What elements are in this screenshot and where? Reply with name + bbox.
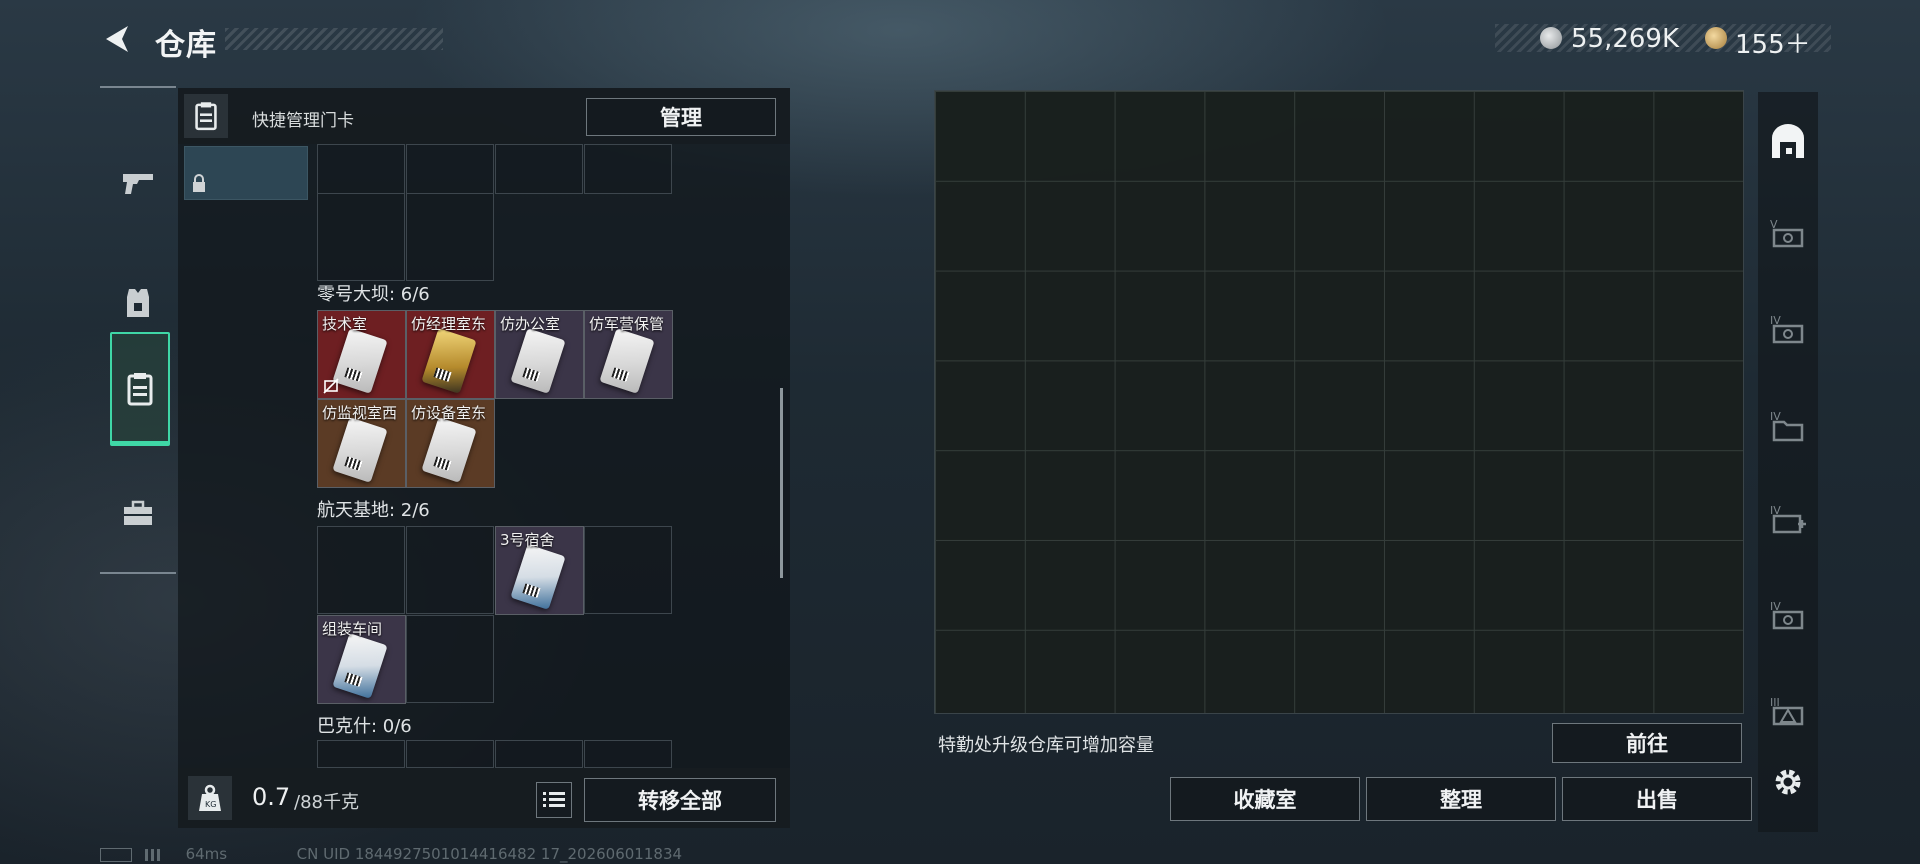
keycard-item[interactable]: 仿经理室东 <box>406 310 495 399</box>
tab-medkit-iv[interactable]: IV <box>1768 500 1808 540</box>
keycard-holder-icon <box>127 373 153 406</box>
gear-icon <box>1775 769 1801 795</box>
disabled-card-icon <box>323 378 339 394</box>
map-section-title: 零号大坝: 6/6 <box>317 284 430 305</box>
keycard-item[interactable]: 组装车间 <box>317 615 406 704</box>
currency-bar: 55,269K 155＋ <box>1495 24 1831 60</box>
case-iv-b-icon: IV <box>1770 600 1804 630</box>
gun-icon <box>123 174 153 194</box>
tab-case-iv[interactable]: IV <box>1768 310 1808 350</box>
keycard-item[interactable]: 仿设备室东 <box>406 399 495 488</box>
empty-slot <box>584 740 672 768</box>
toolbox-icon <box>124 500 152 525</box>
keycard-name: 仿军营保管 <box>589 315 665 333</box>
armor-vest-icon <box>127 289 149 317</box>
lock-icon <box>193 174 205 192</box>
map-section-title: 航天基地: 2/6 <box>317 500 430 521</box>
keycard-item[interactable]: 仿办公室 <box>495 310 584 399</box>
gold-coin-icon <box>1705 27 1727 49</box>
empty-slot <box>495 144 583 194</box>
keycard-name: 仿设备室东 <box>411 404 487 422</box>
keycard-item[interactable]: 技术室 <box>317 310 406 399</box>
svg-text:KG: KG <box>205 800 216 809</box>
collection-room-button[interactable]: 收藏室 <box>1170 777 1360 821</box>
signal-icon <box>144 848 161 861</box>
storage-grid-panel <box>934 90 1744 714</box>
empty-slot <box>406 615 494 703</box>
keycard-item[interactable]: 仿军营保管 <box>584 310 673 399</box>
tab-folder-iv[interactable]: IV <box>1768 406 1808 446</box>
transfer-all-button[interactable]: 转移全部 <box>584 778 776 822</box>
ping-value: 64ms <box>185 845 228 863</box>
list-view-button[interactable] <box>536 782 572 818</box>
tab-case-v[interactable]: V <box>1768 214 1808 254</box>
empty-slot <box>495 740 583 768</box>
keycard-quick-manage-bar: 快捷管理门卡 管理 <box>178 88 790 144</box>
empty-slot <box>317 740 405 768</box>
status-bar: 64ms CN UID 1844927501014416482 17_20260… <box>100 845 682 863</box>
keycard-name: 仿办公室 <box>500 315 561 333</box>
weight-max: /88千克 <box>294 792 359 813</box>
silver-coin-icon <box>1540 27 1562 49</box>
medkit-iv-icon: IV <box>1770 504 1806 534</box>
goto-button[interactable]: 前往 <box>1552 723 1742 763</box>
weight-icon: KG <box>188 776 232 820</box>
empty-slot <box>406 526 494 614</box>
page-title: 仓库 <box>155 28 217 63</box>
keycard-name: 技术室 <box>322 315 368 333</box>
tab-warning-case-iii[interactable]: III <box>1768 692 1808 732</box>
quick-manage-label: 快捷管理门卡 <box>252 111 354 131</box>
manage-button[interactable]: 管理 <box>586 98 776 136</box>
keycard-name: 组装车间 <box>322 620 383 638</box>
back-arrow-icon[interactable] <box>100 22 134 56</box>
scrollbar[interactable] <box>780 388 783 578</box>
empty-slot <box>584 144 672 194</box>
keycard-name: 仿经理室东 <box>411 315 487 333</box>
case-v-icon: V <box>1770 218 1804 248</box>
silver-currency-value: 55,269K <box>1571 24 1680 54</box>
category-tabs <box>100 86 176 574</box>
warning-case-iii-icon: III <box>1770 696 1804 726</box>
case-iv-icon: IV <box>1770 314 1804 344</box>
keycard-panel: 快捷管理门卡 管理 零号大坝: 6/6 技术室 仿经理室东 仿办公室 仿军营保管… <box>178 88 790 828</box>
tab-keycards[interactable] <box>110 332 170 446</box>
tab-weapons[interactable] <box>110 128 166 238</box>
map-section-title: 巴克什: 0/6 <box>317 716 412 737</box>
list-icon <box>543 792 565 807</box>
keycard-holder-icon <box>184 94 228 138</box>
empty-slot <box>406 144 494 194</box>
sort-button[interactable]: 整理 <box>1366 777 1556 821</box>
keycard-item[interactable]: 仿监视室西 <box>317 399 406 488</box>
battery-icon <box>100 847 132 862</box>
empty-slot <box>406 193 494 281</box>
home-storage-icon <box>1772 124 1804 158</box>
tab-main-storage[interactable] <box>1768 122 1808 162</box>
empty-slot <box>406 740 494 768</box>
storage-grid[interactable] <box>935 91 1743 713</box>
empty-slot <box>317 526 405 614</box>
empty-slot <box>317 193 405 281</box>
gold-currency-value: 155＋ <box>1735 30 1811 60</box>
title-decoration <box>225 28 443 50</box>
keycard-item[interactable]: 3号宿舍 <box>495 526 584 615</box>
tab-case-iv-b[interactable]: IV <box>1768 596 1808 636</box>
settings-button[interactable] <box>1768 762 1808 802</box>
folder-iv-icon: IV <box>1770 410 1804 442</box>
empty-slot <box>584 526 672 614</box>
keycard-holder-thumbnail[interactable] <box>184 146 308 200</box>
keycard-name: 仿监视室西 <box>322 404 398 422</box>
keycard-name: 3号宿舍 <box>500 531 555 549</box>
uid-text: CN UID 1844927501014416482 17_2026060118… <box>296 845 683 863</box>
weight-current: 0.7 <box>252 783 291 811</box>
storage-side-tabs: V IV IV IV IV III <box>1758 92 1818 832</box>
empty-slot <box>317 144 405 194</box>
weight-bar: KG 0.7 /88千克 转移全部 <box>178 768 790 828</box>
storage-upgrade-hint: 特勤处升级仓库可增加容量 <box>938 735 1154 756</box>
sell-button[interactable]: 出售 <box>1562 777 1752 821</box>
tab-tools[interactable] <box>110 458 166 568</box>
